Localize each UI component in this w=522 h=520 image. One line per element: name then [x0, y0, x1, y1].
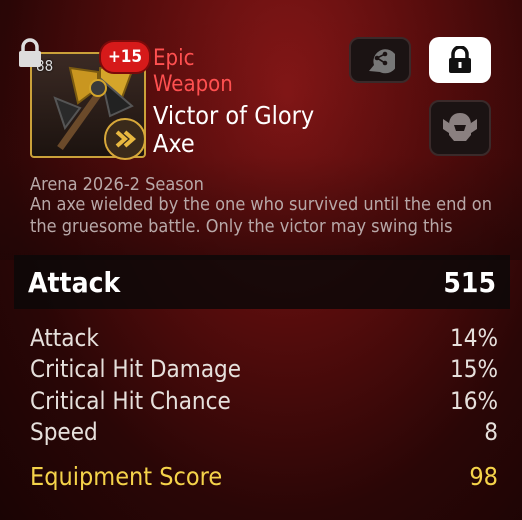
substat-value: 15%: [450, 355, 498, 384]
warrior-class-icon: [443, 113, 477, 141]
score-value: 98: [469, 462, 498, 491]
lock-icon: [449, 46, 471, 73]
substat-value: 16%: [450, 386, 498, 415]
item-name-line1: Victor of Glory: [153, 101, 315, 130]
item-description: An axe wielded by the one who survived u…: [30, 194, 492, 244]
substat-value: 8: [484, 418, 498, 447]
share-icon: [369, 49, 395, 74]
main-stat: Attack 515: [14, 255, 510, 309]
rarity-grade: Epic: [153, 46, 195, 71]
score-label: Equipment Score: [30, 462, 223, 491]
substat-row: Critical Hit Chance 16%: [30, 385, 498, 417]
substat-row: Critical Hit Damage 15%: [30, 354, 498, 386]
substat-label: Speed: [30, 418, 98, 447]
enhance-badge: +15: [101, 42, 149, 72]
class-filter-button[interactable]: [429, 100, 491, 156]
equipment-score: Equipment Score 98: [30, 462, 498, 491]
set-icon: [104, 118, 146, 160]
substat-row: Attack 14%: [30, 322, 498, 354]
substat-value: 14%: [450, 323, 498, 352]
main-stat-label: Attack: [28, 265, 121, 299]
substat-label: Attack: [30, 323, 99, 352]
lock-button[interactable]: [429, 37, 491, 83]
item-name: Victor of Glory Axe: [153, 102, 314, 158]
item-season: Arena 2026-2 Season: [30, 174, 204, 195]
item-name-line2: Axe: [153, 129, 195, 158]
substat-row: Speed 8: [30, 417, 498, 449]
share-button[interactable]: [349, 37, 411, 83]
item-rarity: Epic Weapon: [153, 46, 233, 98]
substat-label: Critical Hit Chance: [30, 386, 231, 415]
rarity-type: Weapon: [153, 72, 233, 97]
item-lock-icon: [16, 38, 44, 68]
substat-list: Attack 14% Critical Hit Damage 15% Criti…: [30, 322, 498, 448]
substat-label: Critical Hit Damage: [30, 355, 242, 384]
main-stat-value: 515: [443, 265, 496, 299]
